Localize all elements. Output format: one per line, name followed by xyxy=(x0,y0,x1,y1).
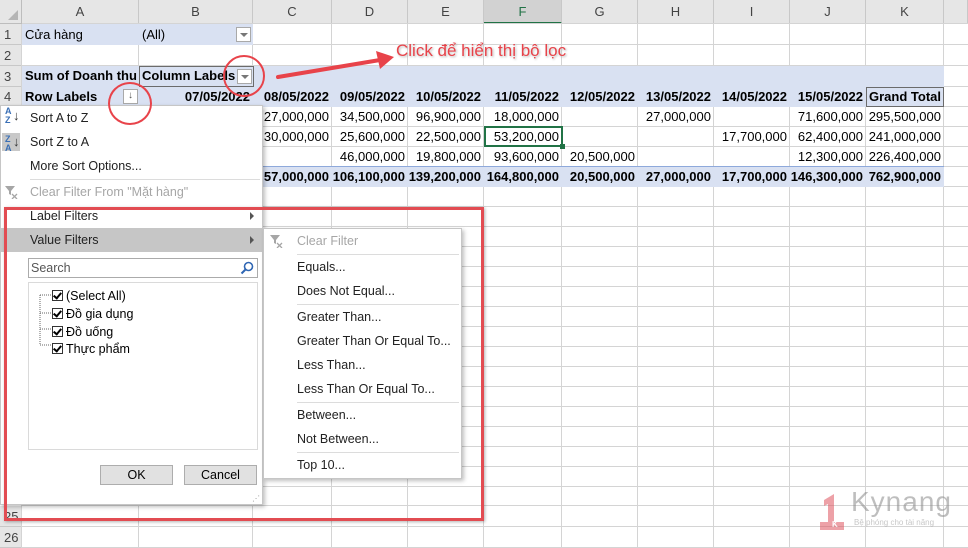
row-header-3[interactable]: 3 xyxy=(0,66,22,87)
data-row-cell[interactable]: 27,000,000 xyxy=(638,107,714,127)
sort-arrow-icon: ↓ xyxy=(13,108,20,123)
data-row-cell[interactable] xyxy=(638,147,714,167)
data-row-cell[interactable]: 93,600,000 xyxy=(484,147,562,167)
menu-label: Sort Z to A xyxy=(30,135,90,149)
grand-total-row-cell[interactable]: 17,700,000 xyxy=(714,167,790,187)
data-row-cell[interactable]: 46,000,000 xyxy=(332,147,408,167)
data-row-cell[interactable]: 17,700,000 xyxy=(714,127,790,147)
grand-total-row-total[interactable]: 762,900,000 xyxy=(866,167,944,187)
data-row-total[interactable]: 241,000,000 xyxy=(866,127,944,147)
column-header-g[interactable]: G xyxy=(562,0,638,24)
date-column-header: 15/05/2022 xyxy=(797,89,863,104)
grand-total-row-cell[interactable]: 139,200,000 xyxy=(408,167,484,187)
grand-total-header: Grand Total xyxy=(869,89,941,104)
date-column-header: 10/05/2022 xyxy=(415,89,481,104)
column-header-h[interactable]: H xyxy=(638,0,714,24)
grand-total-row-cell[interactable]: 27,000,000 xyxy=(638,167,714,187)
report-filter-label: Cửa hàng xyxy=(25,27,83,42)
data-row-cell[interactable]: 34,500,000 xyxy=(332,107,408,127)
menu-label: More Sort Options... xyxy=(30,159,142,173)
clear-filter-icon xyxy=(5,186,18,199)
kynang-watermark: K Kynang Bệ phóng cho tài năng xyxy=(818,486,958,535)
highlight-box xyxy=(4,207,484,521)
highlight-circle-column-filter xyxy=(223,55,265,97)
menu-sort-z-to-a[interactable]: ZA ↓ Sort Z to A xyxy=(1,130,262,154)
fill-handle[interactable] xyxy=(560,144,565,149)
data-row-cell[interactable] xyxy=(562,127,638,147)
data-row-cell[interactable]: 22,500,000 xyxy=(408,127,484,147)
row-header-26[interactable]: 26 xyxy=(0,527,22,548)
column-header-a[interactable]: A xyxy=(22,0,139,24)
data-row-cell[interactable] xyxy=(714,107,790,127)
grand-total-row-cell[interactable]: 20,500,000 xyxy=(562,167,638,187)
column-header-e[interactable]: E xyxy=(408,0,484,24)
brand-tagline: Bệ phóng cho tài năng xyxy=(854,518,935,527)
data-row-cell[interactable]: 27,000,000 xyxy=(253,107,332,127)
row-header-4[interactable]: 4 xyxy=(0,87,22,107)
data-row-cell[interactable]: 20,500,000 xyxy=(562,147,638,167)
annotation-arrow-icon xyxy=(276,51,394,79)
kynang-logo-icon: K xyxy=(820,494,844,530)
column-header-b[interactable]: B xyxy=(139,0,253,24)
column-header-j[interactable]: J xyxy=(790,0,866,24)
select-all-corner[interactable] xyxy=(0,0,22,24)
row-labels-header: Row Labels xyxy=(25,89,98,104)
column-header-i[interactable]: I xyxy=(714,0,790,24)
report-filter-value: (All) xyxy=(142,27,166,42)
report-filter-dropdown-icon[interactable] xyxy=(236,27,251,42)
data-row-cell[interactable]: 18,000,000 xyxy=(484,107,562,127)
column-header-f[interactable]: F xyxy=(484,0,562,24)
data-row-total[interactable]: 226,400,000 xyxy=(866,147,944,167)
active-cell-border xyxy=(484,126,563,147)
sort-za-icon: ZA xyxy=(5,134,12,153)
grand-total-row-cell[interactable]: 146,300,000 xyxy=(790,167,866,187)
data-row-cell[interactable]: 71,600,000 xyxy=(790,107,866,127)
data-row-cell[interactable] xyxy=(562,107,638,127)
column-header-d[interactable]: D xyxy=(332,0,408,24)
column-header-k[interactable]: K xyxy=(866,0,944,24)
grand-total-row-cell[interactable]: 164,800,000 xyxy=(484,167,562,187)
column-header-l[interactable] xyxy=(944,0,968,24)
data-row-cell[interactable]: 96,900,000 xyxy=(408,107,484,127)
svg-text:K: K xyxy=(832,520,838,529)
data-row-cell[interactable]: 19,800,000 xyxy=(408,147,484,167)
row-header-1[interactable]: 1 xyxy=(0,24,22,45)
grand-total-row-cell[interactable]: 106,100,000 xyxy=(332,167,408,187)
date-column-header: 12/05/2022 xyxy=(569,89,635,104)
row-header-2[interactable]: 2 xyxy=(0,45,22,66)
sort-arrow-icon: ↓ xyxy=(13,134,20,149)
annotation-callout: Click để hiển thị bộ lọc xyxy=(396,41,567,60)
column-header-c[interactable]: C xyxy=(253,0,332,24)
data-row-cell[interactable]: 25,600,000 xyxy=(332,127,408,147)
data-row-cell[interactable]: 12,300,000 xyxy=(790,147,866,167)
data-row-cell[interactable] xyxy=(714,147,790,167)
menu-more-sort-options[interactable]: More Sort Options... xyxy=(1,154,262,178)
data-row-cell[interactable]: 62,400,000 xyxy=(790,127,866,147)
menu-label: Clear Filter From "Mặt hàng" xyxy=(30,185,189,199)
sort-az-icon: AZ xyxy=(5,106,12,125)
brand-name: Kynang xyxy=(851,486,952,517)
date-column-header: 09/05/2022 xyxy=(339,89,405,104)
date-column-header: 13/05/2022 xyxy=(645,89,711,104)
column-labels-header: Column Labels xyxy=(142,68,236,83)
highlight-circle-row-filter xyxy=(108,82,152,125)
grand-total-row-cell[interactable]: 57,000,000 xyxy=(253,167,332,187)
menu-label: Sort A to Z xyxy=(30,111,89,125)
data-row-cell[interactable] xyxy=(638,127,714,147)
date-column-header: 11/05/2022 xyxy=(494,89,559,104)
data-row-cell[interactable] xyxy=(253,147,332,167)
menu-clear-filter[interactable]: Clear Filter From "Mặt hàng" xyxy=(1,180,262,204)
data-row-total[interactable]: 295,500,000 xyxy=(866,107,944,127)
date-column-header: 14/05/2022 xyxy=(721,89,787,104)
data-row-cell[interactable]: 30,000,000 xyxy=(253,127,332,147)
date-column-header: 08/05/2022 xyxy=(263,89,329,104)
